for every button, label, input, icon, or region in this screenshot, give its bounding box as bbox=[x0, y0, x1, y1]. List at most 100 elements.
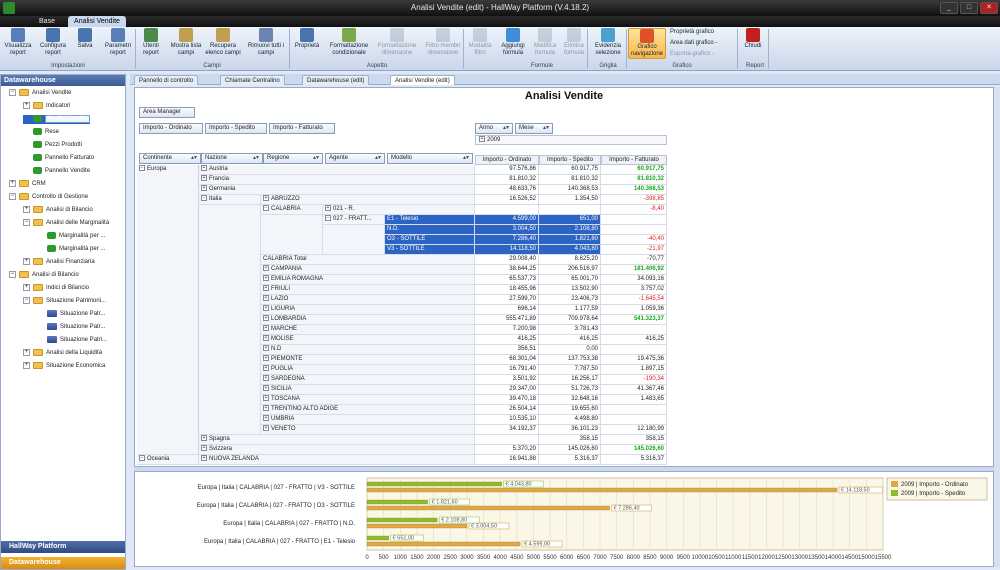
ribbon-button-8[interactable]: Proprietà bbox=[292, 28, 322, 50]
tree-item[interactable]: Marginalità per ... bbox=[37, 232, 105, 241]
value-cell[interactable]: 36.101,23 bbox=[539, 425, 601, 435]
value-cell[interactable]: 1.483,65 bbox=[601, 395, 667, 405]
row-header-cell[interactable]: + Francia bbox=[199, 175, 475, 185]
row-header-cell[interactable]: + NUOVA ZELANDA bbox=[199, 455, 475, 465]
tree-item[interactable]: − Controllo di Gestione bbox=[9, 193, 88, 202]
value-cell[interactable]: 5.370,20 bbox=[475, 445, 539, 455]
grafico-menu-item-1[interactable]: Area dati grafico - bbox=[670, 40, 717, 46]
row-header-cell[interactable]: + CAMPANIA bbox=[261, 265, 475, 275]
row-header-cell[interactable]: − CALABRIA bbox=[261, 205, 323, 215]
value-cell[interactable] bbox=[475, 435, 539, 445]
ribbon-button-15[interactable]: Elimina formula bbox=[561, 28, 587, 57]
tree-item[interactable]: + Indici di Bilancio bbox=[23, 284, 89, 293]
data-field-fatturato[interactable]: Importo - Fatturato bbox=[269, 123, 335, 134]
value-cell[interactable]: 2.108,80 bbox=[539, 225, 601, 235]
tree-expander-icon[interactable]: − bbox=[23, 297, 30, 304]
vertical-scrollbar[interactable] bbox=[994, 87, 1000, 567]
value-cell[interactable]: 16.941,88 bbox=[475, 455, 539, 465]
value-cell[interactable]: 140.368,53 bbox=[601, 185, 667, 195]
value-cell[interactable]: 696,14 bbox=[475, 305, 539, 315]
value-cell[interactable]: 206.516,97 bbox=[539, 265, 601, 275]
value-cell[interactable]: 26.504,14 bbox=[475, 405, 539, 415]
value-cell[interactable]: 14.118,50 bbox=[475, 245, 539, 255]
ribbon-button-9[interactable]: Formattazione condizionale bbox=[327, 28, 371, 57]
tree-item[interactable]: Analisi Vendite bbox=[23, 115, 91, 124]
expander-icon[interactable]: + bbox=[325, 205, 331, 212]
value-cell[interactable]: 65.537,73 bbox=[475, 275, 539, 285]
bar-spedito[interactable] bbox=[366, 499, 428, 505]
tree-expander-icon[interactable]: − bbox=[23, 219, 30, 226]
doctab-analisi-vendite[interactable]: Analisi Vendite (edit) bbox=[390, 75, 455, 85]
value-cell[interactable]: 416,25 bbox=[601, 335, 667, 345]
grafico-menu-item-2[interactable]: Esporta grafico - bbox=[670, 51, 714, 57]
row-header-cell[interactable]: + Spagna bbox=[199, 435, 475, 445]
value-cell[interactable] bbox=[601, 345, 667, 355]
value-cell[interactable]: 709.978,64 bbox=[539, 315, 601, 325]
tab-base[interactable]: Base bbox=[30, 16, 64, 27]
ribbon-button-4[interactable]: Utenti report bbox=[136, 28, 166, 57]
row-header-cell[interactable]: + PIEMONTE bbox=[261, 355, 475, 365]
value-cell[interactable]: 38.644,25 bbox=[475, 265, 539, 275]
value-cell[interactable]: 416,25 bbox=[475, 335, 539, 345]
value-cell[interactable]: 34.093,16 bbox=[601, 275, 667, 285]
value-cell[interactable] bbox=[601, 225, 667, 235]
ribbon-button-3[interactable]: Parametri report bbox=[102, 28, 134, 57]
bar-ordinato[interactable] bbox=[366, 505, 610, 511]
expander-icon[interactable]: + bbox=[263, 425, 269, 432]
value-cell[interactable]: 1.821,60 bbox=[539, 235, 601, 245]
value-cell[interactable]: 1.354,50 bbox=[539, 195, 601, 205]
expander-icon[interactable]: − bbox=[263, 205, 269, 212]
value-cell[interactable]: 140.368,53 bbox=[539, 185, 601, 195]
value-cell[interactable]: 60.917,75 bbox=[601, 165, 667, 175]
value-cell[interactable]: 5.316,37 bbox=[539, 455, 601, 465]
value-cell[interactable]: 7.787,50 bbox=[539, 365, 601, 375]
expander-icon[interactable]: + bbox=[263, 355, 269, 362]
value-cell[interactable]: 23.406,73 bbox=[539, 295, 601, 305]
value-cell[interactable] bbox=[601, 405, 667, 415]
value-cell[interactable]: 29.008,40 bbox=[475, 255, 539, 265]
value-cell[interactable]: 81.810,32 bbox=[539, 175, 601, 185]
row-header-cell[interactable]: N.D. bbox=[385, 225, 475, 235]
value-cell[interactable]: -70,77 bbox=[601, 255, 667, 265]
value-cell[interactable]: 541.323,37 bbox=[601, 315, 667, 325]
value-cell[interactable] bbox=[475, 205, 539, 215]
value-cell[interactable]: 4.599,00 bbox=[475, 215, 539, 225]
ribbon-button-7[interactable]: Rimuovi tutti i campi bbox=[244, 28, 288, 57]
value-cell[interactable]: 41.367,46 bbox=[601, 385, 667, 395]
expander-icon[interactable]: − bbox=[325, 215, 331, 222]
doctab-pannello[interactable]: Pannello di controllo bbox=[134, 75, 199, 85]
data-field-ordinato[interactable]: Importo - Ordinato bbox=[139, 123, 203, 134]
tree-item[interactable]: + Indicatori bbox=[23, 102, 70, 111]
value-cell[interactable]: 65.001,70 bbox=[539, 275, 601, 285]
tree-expander-icon[interactable]: − bbox=[9, 271, 16, 278]
expander-icon[interactable]: + bbox=[263, 285, 269, 292]
value-cell[interactable]: -8,40 bbox=[601, 205, 667, 215]
value-cell[interactable]: 19.655,60 bbox=[539, 405, 601, 415]
value-cell[interactable]: -190,34 bbox=[601, 375, 667, 385]
expander-icon[interactable]: + bbox=[263, 335, 269, 342]
tree-item[interactable]: + Analisi di Bilancio bbox=[23, 206, 93, 215]
tree-item[interactable]: − Analisi delle Marginalità bbox=[23, 219, 109, 228]
tree-expander-icon[interactable]: + bbox=[23, 349, 30, 356]
value-cell[interactable] bbox=[601, 215, 667, 225]
expander-icon[interactable]: + bbox=[263, 395, 269, 402]
tree-item[interactable]: Pannello Vendite bbox=[23, 167, 90, 176]
value-cell[interactable]: 7.286,40 bbox=[475, 235, 539, 245]
row-header-cell[interactable]: + SARDEGNA bbox=[261, 375, 475, 385]
value-cell[interactable]: 97.576,86 bbox=[475, 165, 539, 175]
value-cell[interactable]: 0,00 bbox=[539, 345, 601, 355]
column-field-mese[interactable]: Mese ▴▾ bbox=[515, 123, 553, 134]
row-header-cell[interactable]: + MOLISE bbox=[261, 335, 475, 345]
tree-item[interactable]: − Analisi di Bilancio bbox=[9, 271, 79, 280]
expander-icon[interactable]: + bbox=[263, 415, 269, 422]
doctab-datawarehouse[interactable]: Datawarehouse (edit) bbox=[302, 75, 370, 85]
row-header-cell[interactable]: + Germania bbox=[199, 185, 475, 195]
value-cell[interactable]: 4.043,80 bbox=[539, 245, 601, 255]
row-header-cell[interactable]: O3 - SOTTILE bbox=[385, 235, 475, 245]
value-cell[interactable]: 51.726,73 bbox=[539, 385, 601, 395]
row-field-nazione[interactable]: Nazione ▴▾ bbox=[201, 153, 263, 164]
value-cell[interactable]: 32.648,16 bbox=[539, 395, 601, 405]
nav-hallway-platform[interactable]: HallWay Platform bbox=[1, 541, 125, 553]
tree-expander-icon[interactable]: − bbox=[9, 89, 16, 96]
bar-ordinato[interactable] bbox=[366, 487, 838, 493]
